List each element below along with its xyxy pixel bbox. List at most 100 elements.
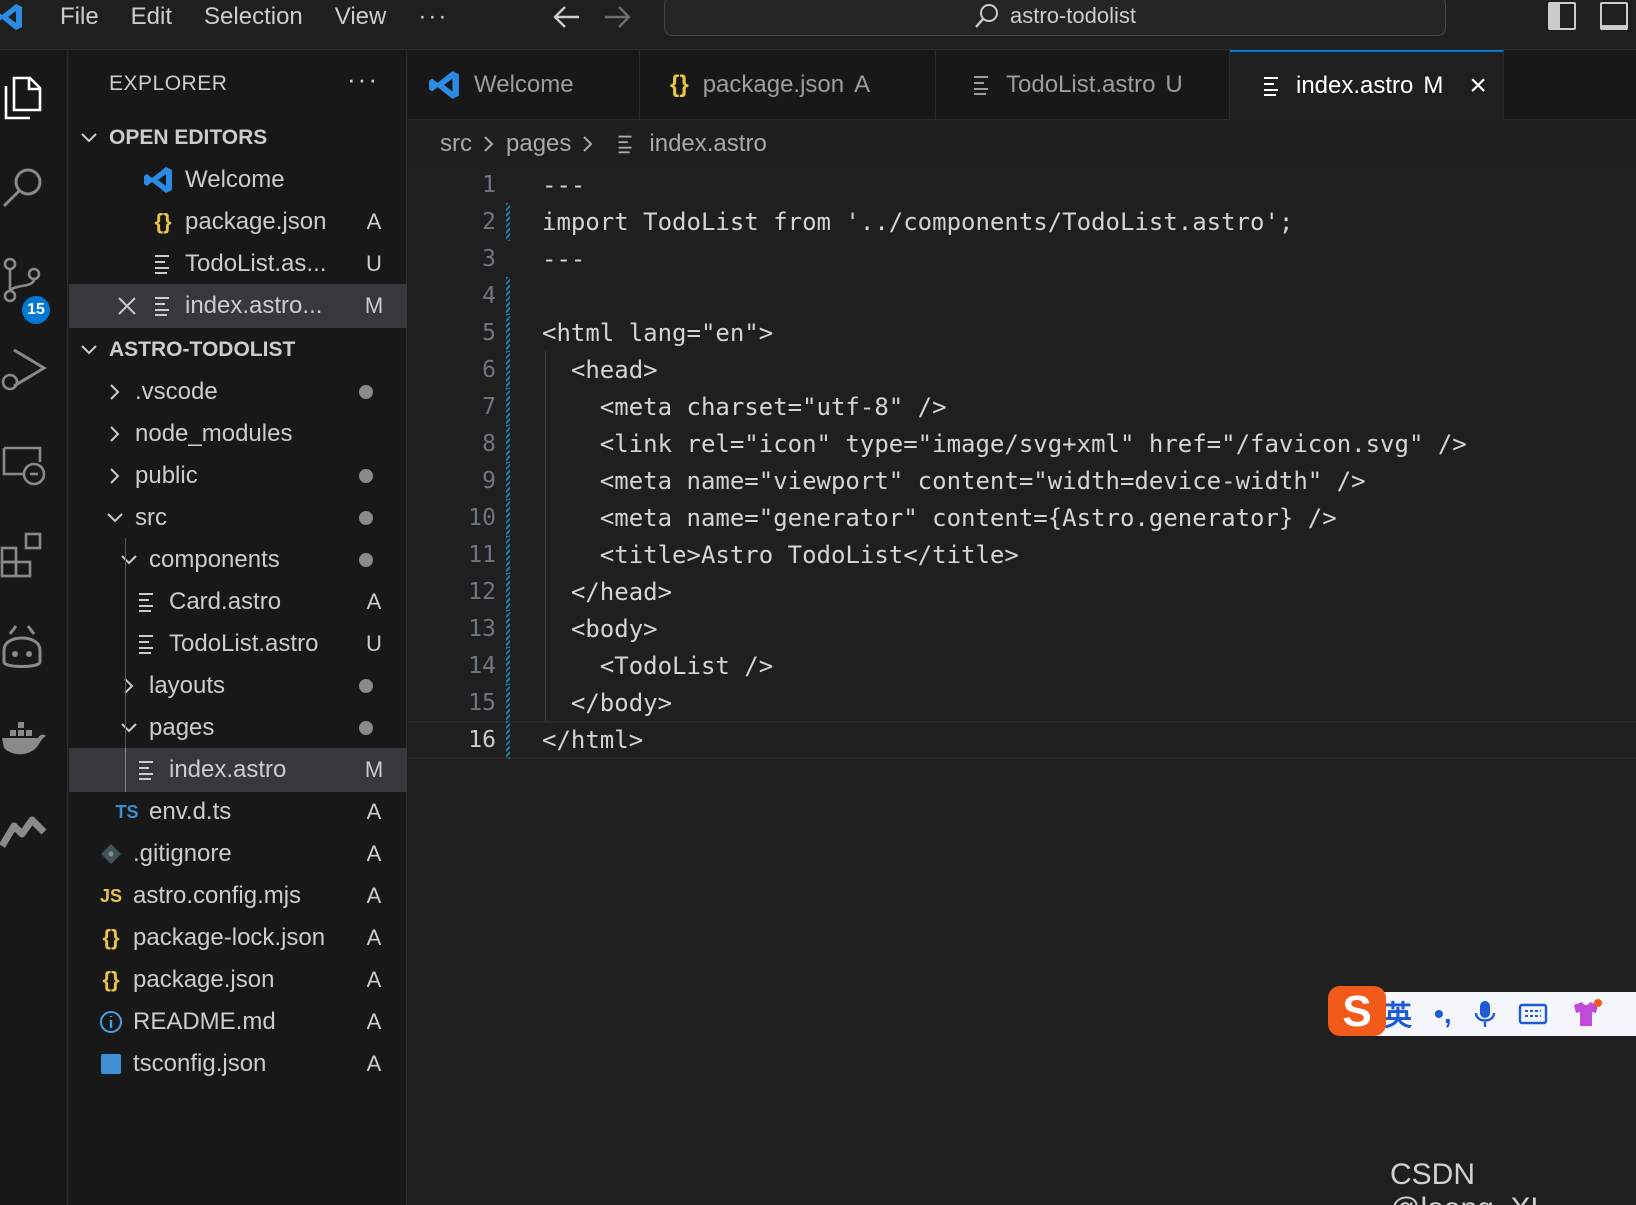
forward-arrow-icon[interactable] (602, 4, 632, 30)
code-line: 4 (408, 277, 1636, 315)
tree-item-package-json[interactable]: {} package.json A (69, 958, 407, 1002)
json-file-icon: {} (154, 209, 172, 234)
keyboard-icon[interactable] (1518, 1002, 1548, 1026)
remote-explorer-icon[interactable] (0, 440, 50, 490)
title-bar: File Edit Selection View ··· astro-todol… (0, 0, 1636, 50)
tree-item-layouts[interactable]: layouts (69, 664, 407, 708)
microphone-icon[interactable] (1474, 999, 1496, 1029)
chevron-down-icon (81, 133, 97, 143)
chevron-down-icon (121, 555, 137, 565)
git-file-icon (101, 844, 121, 864)
docker-icon[interactable] (0, 714, 50, 764)
ime-punctuation-toggle[interactable]: •, (1434, 998, 1452, 1030)
typescript-file-icon: TS (115, 801, 139, 822)
tree-item-todolist-astro[interactable]: TodoList.astro U (69, 622, 407, 666)
explorer-more-button[interactable]: ··· (347, 64, 379, 95)
project-folder-header[interactable]: ASTRO-TODOLIST (69, 328, 407, 372)
tree-item-env-d-ts[interactable]: TS env.d.ts A (69, 790, 407, 834)
code-line: 11 <title>Astro TodoList</title> (408, 536, 1636, 574)
tab-package-json[interactable]: {} package.json A (640, 50, 936, 120)
tree-item-src[interactable]: src (69, 496, 407, 540)
tab-index-astro[interactable]: index.astro M × (1230, 50, 1504, 120)
code-line: 12 </head> (408, 573, 1636, 611)
modified-dot (359, 553, 373, 567)
sogou-logo-icon: S (1328, 986, 1386, 1036)
skin-shirt-icon[interactable] (1570, 999, 1602, 1029)
astro-extension-icon[interactable] (0, 806, 50, 856)
extensions-icon[interactable] (0, 530, 50, 580)
tree-item-node-modules[interactable]: node_modules (69, 412, 407, 456)
code-line: 9 <meta name="viewport" content="width=d… (408, 462, 1636, 500)
tree-item-index-astro[interactable]: index.astro M (69, 748, 407, 792)
open-editor-todolist[interactable]: TodoList.as... U (69, 242, 407, 286)
code-line: 8 <link rel="icon" type="image/svg+xml" … (408, 425, 1636, 463)
tree-item-pages[interactable]: pages (69, 706, 407, 750)
code-line: 6 <head> (408, 351, 1636, 389)
modified-dot (359, 679, 373, 693)
menu-view[interactable]: View (319, 0, 403, 34)
code-line: 2 import TodoList from '../components/To… (408, 203, 1636, 241)
indent-guide-active (125, 748, 126, 792)
search-icon[interactable] (0, 162, 50, 212)
code-line: 10 <meta name="generator" content={Astro… (408, 499, 1636, 537)
close-tab-icon[interactable]: × (1469, 69, 1487, 103)
chevron-right-icon (583, 136, 593, 152)
command-center-text: astro-todolist (1010, 3, 1136, 28)
source-control-badge: 15 (20, 294, 52, 326)
ime-toolbar[interactable]: 英 •, S (1326, 980, 1636, 1044)
back-arrow-icon[interactable] (552, 4, 582, 30)
text-file-icon (974, 76, 988, 95)
toggle-sidebar-icon[interactable] (1548, 2, 1576, 30)
indent-guide (545, 351, 546, 721)
command-center-search[interactable]: astro-todolist (664, 0, 1446, 36)
tree-item-components[interactable]: components (69, 538, 407, 582)
modified-dot (359, 385, 373, 399)
git-modified-marker (506, 203, 510, 241)
vscode-welcome-icon (429, 71, 459, 99)
tab-welcome[interactable]: Welcome (408, 50, 640, 120)
run-debug-icon[interactable] (0, 344, 50, 394)
tree-item-vscode[interactable]: .vscode (69, 370, 407, 414)
text-file-icon (139, 635, 153, 654)
menu-file[interactable]: File (44, 0, 115, 34)
open-editor-index-astro[interactable]: index.astro... M (69, 284, 407, 328)
modified-dot (359, 469, 373, 483)
tree-item-card-astro[interactable]: Card.astro A (69, 580, 407, 624)
tree-item-readme[interactable]: README.md A (69, 1000, 407, 1044)
tree-item-gitignore[interactable]: .gitignore A (69, 832, 407, 876)
git-modified-marker (506, 499, 510, 537)
breadcrumb-pages[interactable]: pages (506, 130, 571, 158)
text-file-icon (139, 593, 153, 612)
explorer-title: EXPLORER (109, 72, 228, 95)
menu-selection[interactable]: Selection (188, 0, 319, 34)
git-modified-marker (506, 721, 510, 759)
tsconfig-file-icon (101, 1054, 121, 1074)
tree-item-tsconfig[interactable]: tsconfig.json A (69, 1042, 407, 1086)
menu-more-button[interactable]: ··· (402, 3, 464, 31)
code-editor[interactable]: 1 --- 2 import TodoList from '../compone… (408, 166, 1636, 1205)
tree-item-package-lock[interactable]: {} package-lock.json A (69, 916, 407, 960)
breadcrumb-src[interactable]: src (440, 130, 472, 158)
watermark-text: CSDN @loong_XL (1390, 1158, 1547, 1205)
code-line: 7 <meta charset="utf-8" /> (408, 388, 1636, 426)
copilot-icon[interactable] (0, 622, 50, 672)
menu-bar: File Edit Selection View ··· (44, 0, 464, 34)
svg-text:S: S (1342, 987, 1371, 1036)
explorer-files-icon[interactable] (0, 72, 50, 122)
open-editor-welcome[interactable]: Welcome (69, 158, 407, 202)
modified-dot (359, 721, 373, 735)
code-line: 15 </body> (408, 684, 1636, 722)
ime-bar: 英 •, (1356, 992, 1636, 1036)
open-editors-header[interactable]: OPEN EDITORS (69, 116, 407, 160)
menu-edit[interactable]: Edit (115, 0, 188, 34)
open-editor-package-json[interactable]: {} package.json A (69, 200, 407, 244)
breadcrumb-file[interactable]: index.astro (649, 130, 766, 158)
git-modified-marker (506, 314, 510, 352)
tab-todolist-astro[interactable]: TodoList.astro U (936, 50, 1230, 120)
modified-dot (359, 511, 373, 525)
close-icon[interactable] (115, 294, 139, 318)
tree-item-public[interactable]: public (69, 454, 407, 498)
tree-item-astro-config[interactable]: JS astro.config.mjs A (69, 874, 407, 918)
toggle-panel-icon[interactable] (1600, 2, 1628, 30)
search-icon (975, 4, 999, 28)
